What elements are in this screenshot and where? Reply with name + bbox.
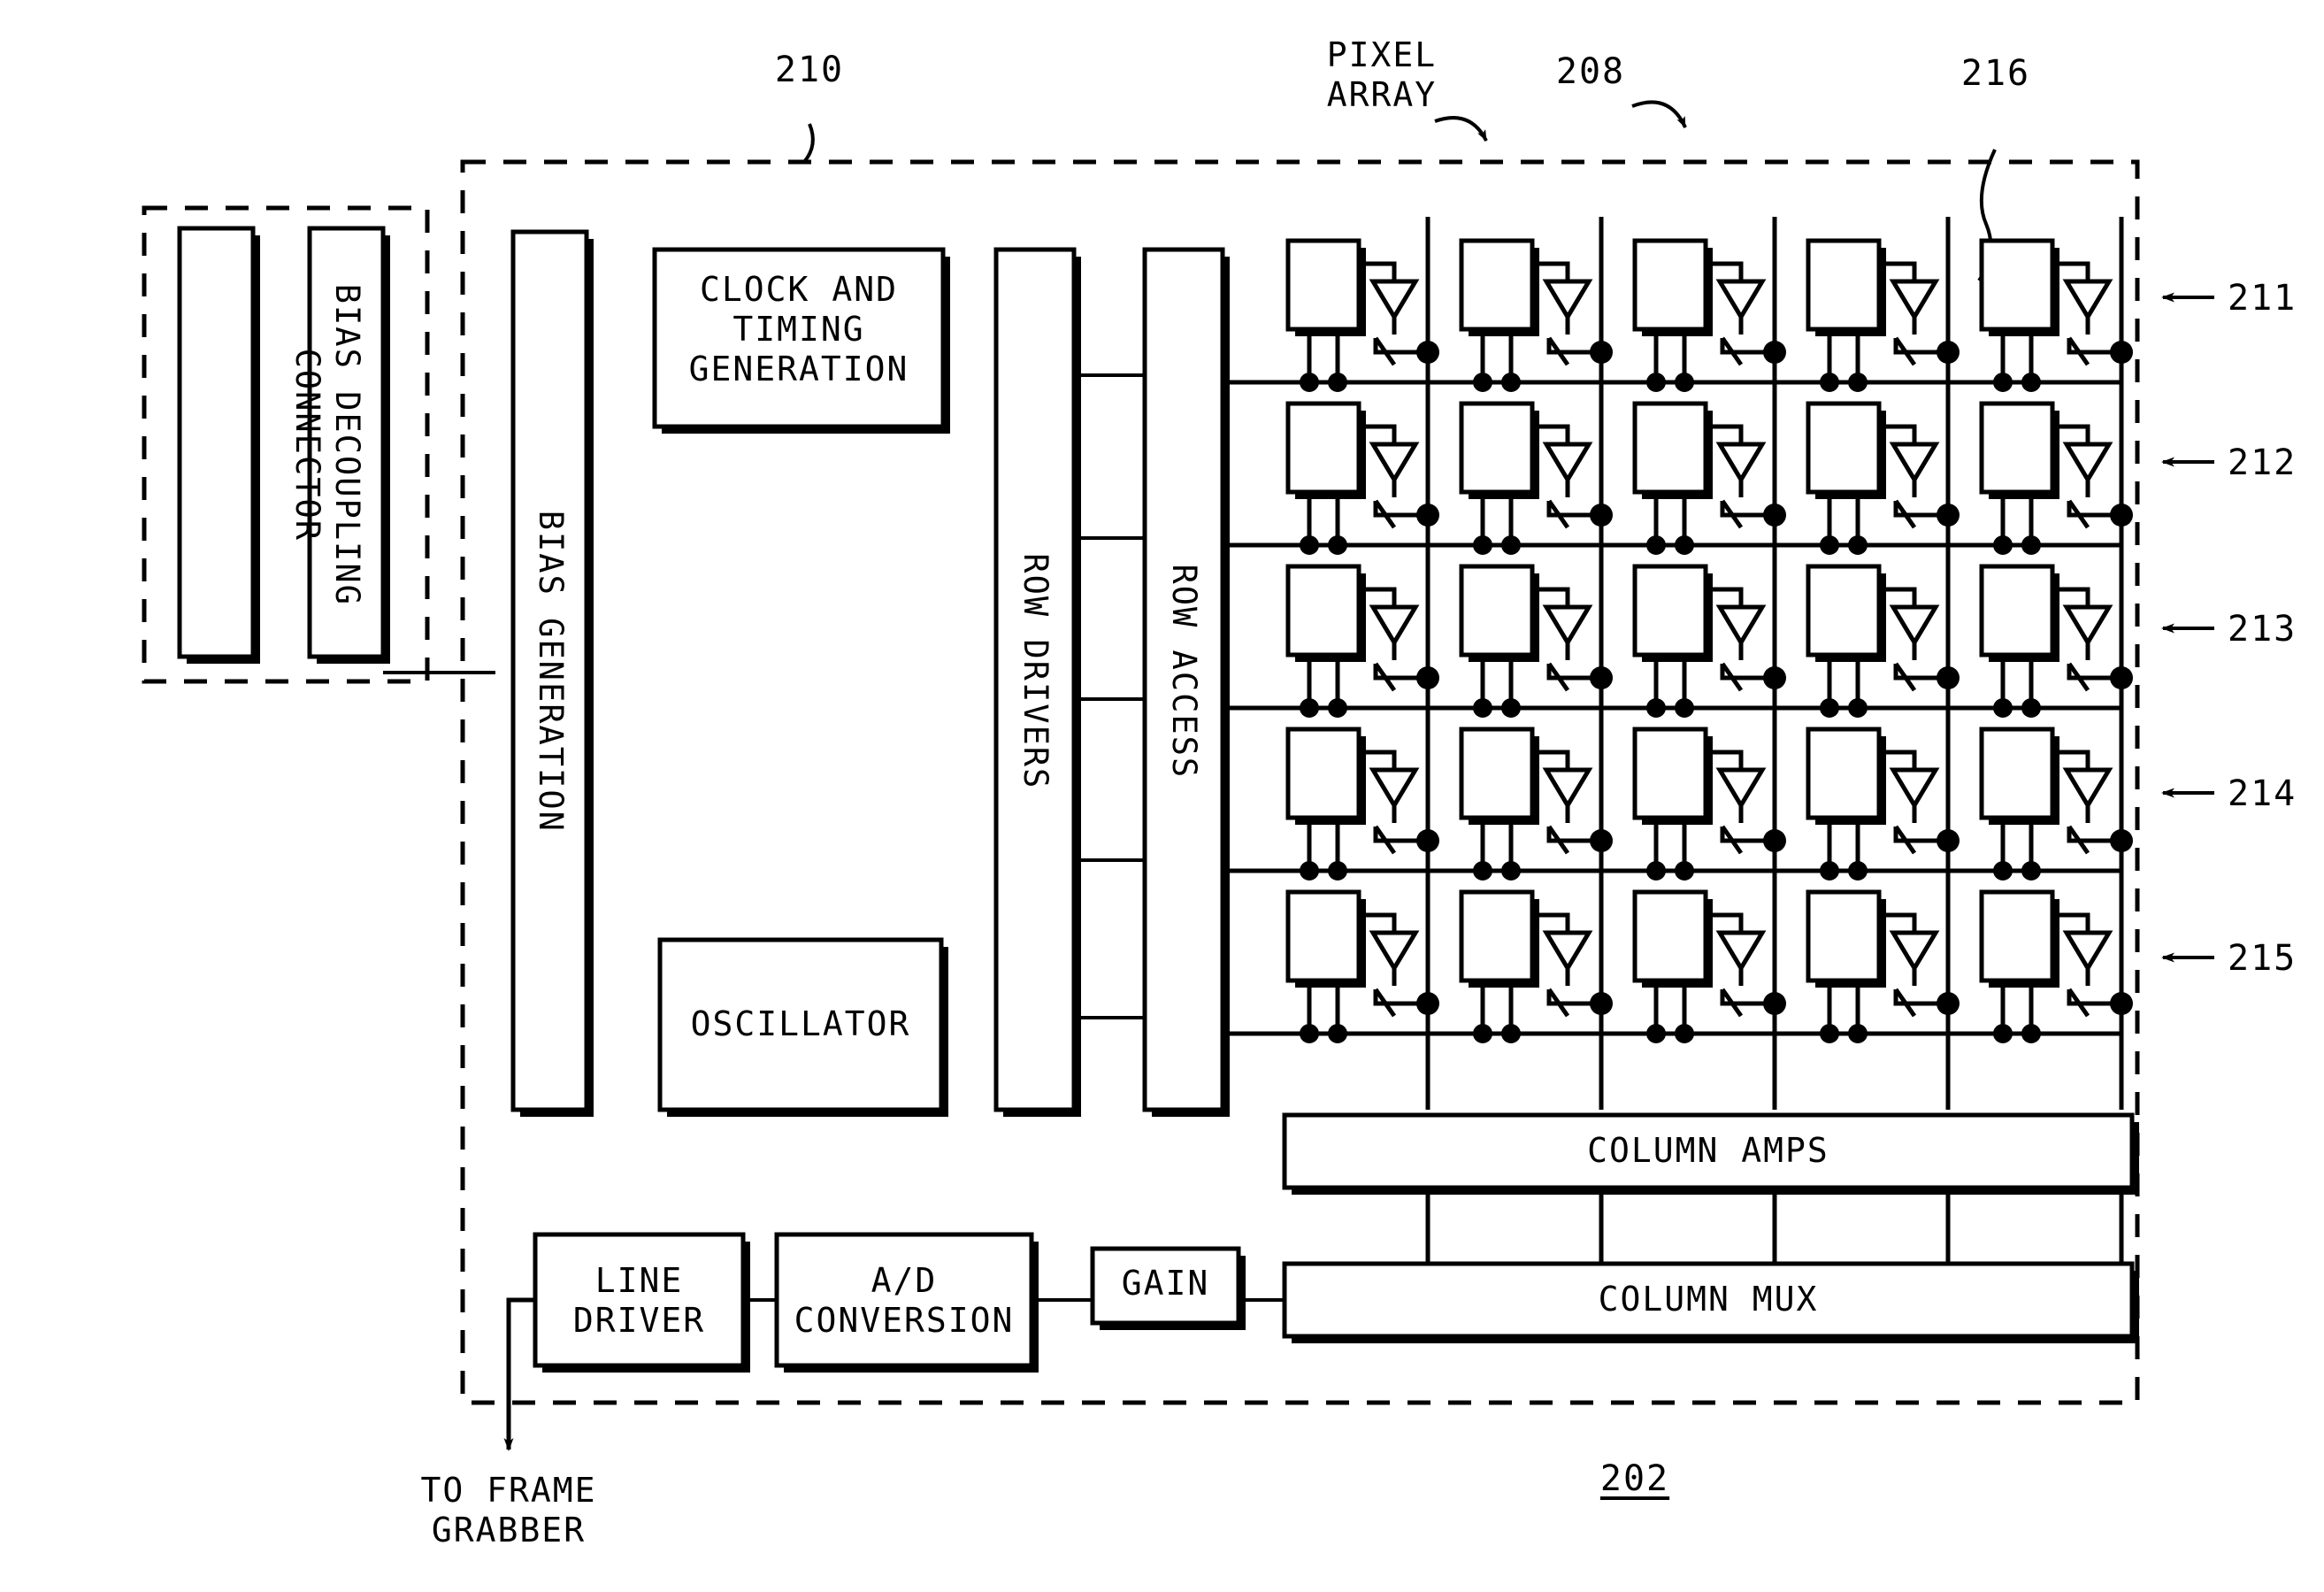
label-bias-generation: BIAS GENERATION <box>531 510 570 833</box>
label-line-driver: LINE DRIVER <box>572 1261 706 1340</box>
row-ref-212: 212 <box>2228 442 2297 483</box>
row-ref-214: 214 <box>2228 773 2297 814</box>
output-path-to-frame-grabber <box>503 1297 535 1451</box>
label-bias-decoupling: BIAS DECOUPLING <box>327 283 366 606</box>
label-row-access: ROW ACCESS <box>1164 564 1203 780</box>
label-clock-and-timing-generation: CLOCK AND TIMING GENERATION <box>688 270 909 388</box>
figure-caption-202: 202 <box>1599 1458 1670 1499</box>
label-to-frame-grabber: TO FRAME GRABBER <box>420 1471 597 1550</box>
row-ref-213: 213 <box>2228 609 2297 650</box>
label-oscillator: OSCILLATOR <box>690 1004 911 1043</box>
patent-figure-202: 210 PIXEL ARRAY 208 216 CONNECTOR BIAS D… <box>0 0 2324 1592</box>
ref-210: 210 <box>774 50 845 90</box>
leader-pixel-array <box>1434 116 1488 142</box>
label-pixel-array: PIXEL ARRAY <box>1326 35 1438 114</box>
block-connector <box>177 226 260 664</box>
label-connector: CONNECTOR <box>288 348 326 542</box>
ref-208: 208 <box>1555 51 1626 92</box>
label-column-amps: COLUMN AMPS <box>1587 1131 1829 1170</box>
ref-216: 216 <box>1960 53 2031 94</box>
pixel-row-211 <box>1223 238 2133 392</box>
wires-amps-to-mux <box>1425 1188 2124 1264</box>
pixel-row-215 <box>1223 889 2133 1043</box>
label-column-mux: COLUMN MUX <box>1598 1280 1819 1319</box>
row-ref-211: 211 <box>2228 278 2297 319</box>
pixel-row-213 <box>1223 564 2133 718</box>
wires-rowdrivers-rowaccess <box>1074 373 1145 1019</box>
label-ad-conversion: A/D CONVERSION <box>794 1261 1015 1340</box>
row-ref-arrows <box>2161 292 2214 963</box>
pixel-row-212 <box>1223 401 2133 555</box>
pixel-row-214 <box>1223 727 2133 881</box>
label-row-drivers: ROW DRIVERS <box>1016 553 1055 790</box>
label-gain: GAIN <box>1121 1264 1210 1303</box>
leader-208 <box>1631 100 1687 128</box>
leader-210 <box>802 123 815 164</box>
row-ref-215: 215 <box>2228 938 2297 979</box>
